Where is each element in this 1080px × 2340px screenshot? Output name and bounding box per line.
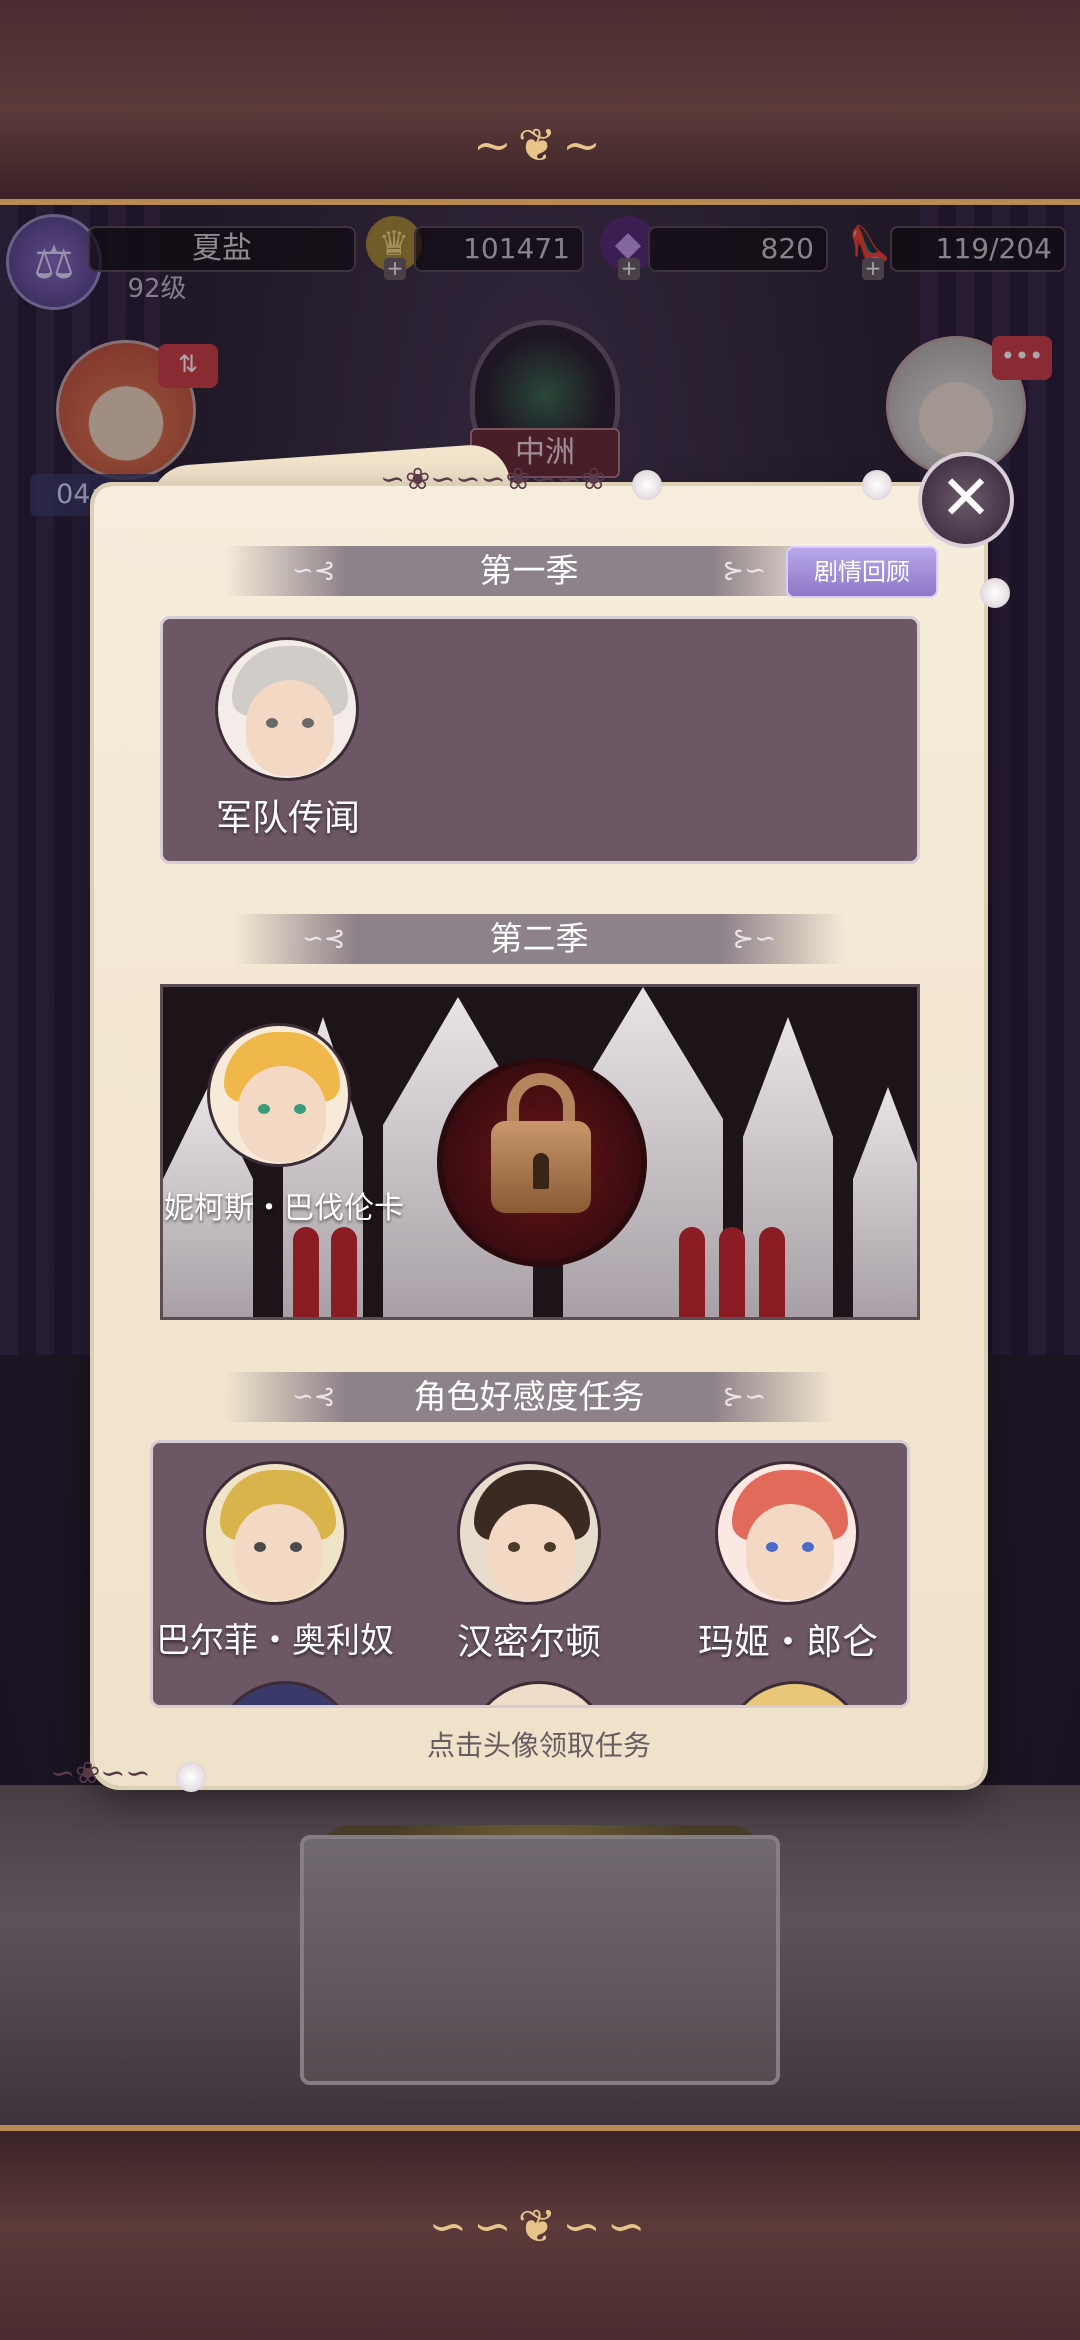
character-name: 妮柯斯・巴伐伦卡: [164, 1191, 404, 1226]
character-name: 巴尔菲・奥利奴: [156, 1621, 394, 1661]
season1-title: 第一季: [479, 551, 579, 590]
story-review-button[interactable]: 剧情回顾: [786, 546, 938, 598]
task-hint: 点击头像领取任务: [426, 1729, 651, 1762]
flourish-left-icon: ∽⊰: [302, 924, 346, 954]
flourish-left-icon: ∽⊰: [292, 556, 336, 586]
bottom-ornament-icon: ∽∽❦∽∽: [428, 2199, 652, 2253]
season2-title: 第二季: [489, 919, 589, 958]
rose-icon: [980, 578, 1010, 608]
affinity-panel: 巴尔菲・奥利奴 汉密尔顿 玛姬・郎仑: [150, 1440, 910, 1708]
bottom-frame: ∽∽❦∽∽: [0, 2125, 1080, 2340]
vine-decoration-top-icon: ∽❀∽∽∽❀∽∽❀: [380, 462, 607, 497]
flourish-right-icon: ⊱∽: [722, 1382, 766, 1412]
character-avatar[interactable]: [715, 1461, 859, 1605]
close-button[interactable]: ✕: [918, 452, 1014, 548]
character-avatar[interactable]: [467, 1681, 611, 1705]
flourish-right-icon: ⊱∽: [732, 924, 776, 954]
character-name: 军队传闻: [215, 798, 360, 839]
character-avatar[interactable]: [213, 1681, 357, 1705]
season1-panel: 军队传闻: [160, 616, 920, 864]
affinity-header: ∽⊰ 角色好感度任务 ⊱∽: [224, 1372, 834, 1422]
affinity-title: 角色好感度任务: [413, 1377, 645, 1416]
character-name: 汉密尔顿: [456, 1622, 601, 1663]
keyhole-icon: [533, 1153, 549, 1189]
flourish-right-icon: ⊱∽: [722, 556, 766, 586]
season2-locked-panel[interactable]: 妮柯斯・巴伐伦卡: [160, 984, 920, 1320]
rose-icon: [632, 470, 662, 500]
character-avatar[interactable]: [207, 1023, 351, 1167]
character-avatar[interactable]: [723, 1681, 867, 1705]
top-ornament-icon: ~❦~: [473, 118, 607, 172]
character-avatar[interactable]: [457, 1461, 601, 1605]
flourish-left-icon: ∽⊰: [292, 1382, 336, 1412]
character-avatar[interactable]: [215, 637, 359, 781]
character-name: 玛姬・郎仑: [697, 1622, 878, 1663]
top-frame: ~❦~: [0, 0, 1080, 205]
season1-header: ∽⊰ 第一季 ⊱∽: [224, 546, 834, 596]
character-avatar[interactable]: [203, 1461, 347, 1605]
season2-header: ∽⊰ 第二季 ⊱∽: [234, 914, 844, 964]
rose-icon: [862, 470, 892, 500]
